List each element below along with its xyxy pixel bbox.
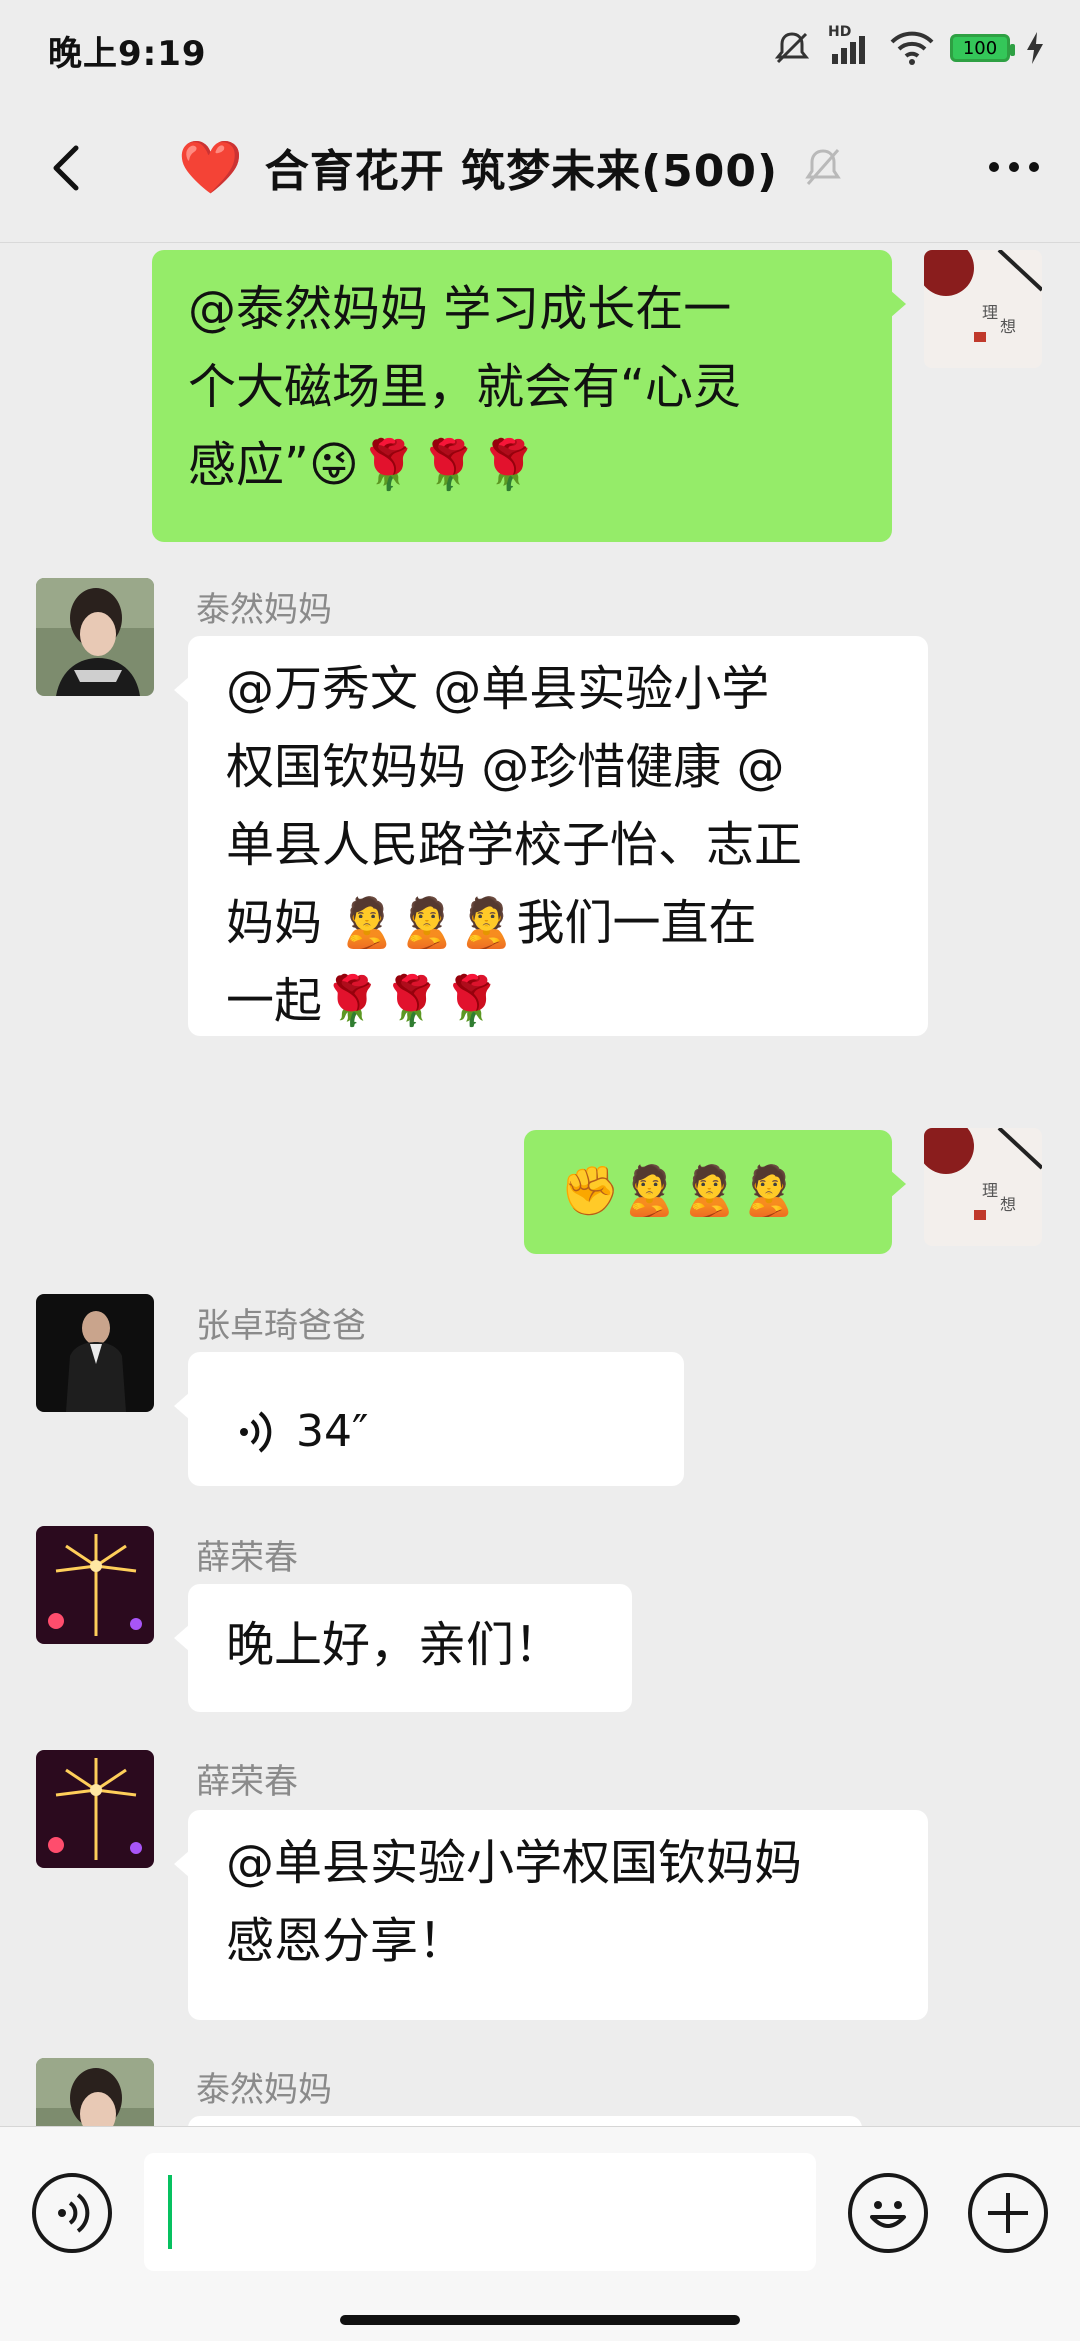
svg-text:想: 想 [1000, 1195, 1016, 1214]
chat-title: 合育花开 筑梦未来(500) [264, 146, 779, 197]
status-bar: 晚上9:19 HD 100 [0, 0, 1080, 96]
message-line: 晚上好，亲们！ [226, 1617, 563, 1673]
message-bubble-outgoing[interactable]: ✊🙎🙎🙎 [524, 1130, 906, 1254]
message-line: ✊🙎🙎🙎 [560, 1163, 800, 1219]
message-line: 感恩分享！ [226, 1913, 467, 1969]
message-line: @泰然妈妈 学习成长在一 [188, 281, 732, 337]
message-bubble-incoming[interactable]: @单县实验小学权国钦妈妈 感恩分享！ [174, 1810, 928, 2020]
sender-avatar[interactable] [36, 1294, 154, 1412]
my-avatar[interactable]: 理 想 [924, 250, 1042, 368]
status-icons: HD 100 [772, 24, 1044, 72]
my-avatar[interactable]: 理 想 [924, 1128, 1042, 1246]
message-line: 权国钦妈妈 @珍惜健康 @ [226, 739, 785, 795]
message-bubble-incoming[interactable]: 晚上好，亲们！ [174, 1584, 632, 1712]
message-bubble-incoming[interactable]: @万秀文 @单县实验小学 权国钦妈妈 @珍惜健康 @ 单县人民路学校子怡、志正 … [174, 636, 928, 1036]
message-bubble-incoming[interactable] [188, 2116, 862, 2126]
voice-icon [58, 2193, 90, 2233]
message-line: @单县实验小学权国钦妈妈 [226, 1835, 803, 1891]
svg-text:想: 想 [1000, 317, 1016, 336]
emoji-button[interactable] [848, 2173, 928, 2253]
charging-icon [1027, 32, 1043, 64]
sender-avatar[interactable] [36, 1526, 154, 1644]
message-list[interactable]: @泰然妈妈 学习成长在一 个大磁场里，就会有“心灵 感应”😜🌹🌹🌹 理 想 泰然… [0, 242, 1080, 2126]
sender-name: 薛荣春 [196, 1762, 298, 1802]
sender-name: 张卓琦爸爸 [196, 1306, 366, 1346]
emoji-icon [870, 2201, 906, 2228]
svg-text:理: 理 [982, 303, 998, 322]
message-bubble-outgoing[interactable]: @泰然妈妈 学习成长在一 个大磁场里，就会有“心灵 感应”😜🌹🌹🌹 [152, 250, 906, 542]
muted-bell-icon [805, 149, 841, 185]
voice-wave-icon [240, 1411, 272, 1453]
status-time: 晚上9:19 [48, 34, 207, 74]
message-line: 一起🌹🌹🌹 [226, 973, 502, 1029]
message-line: 感应”😜🌹🌹🌹 [188, 437, 539, 493]
more-options-icon[interactable] [986, 152, 1042, 182]
voice-message-bubble[interactable]: 34″ [174, 1352, 684, 1486]
message-line: 妈妈 🙎🙎🙎我们一直在 [226, 895, 757, 951]
voice-duration: 34″ [296, 1406, 369, 1457]
chat-title-wrap: ❤️ 合育花开 筑梦未来(500) [178, 132, 846, 202]
battery-icon: 100 [950, 34, 1015, 62]
message-line: 个大磁场里，就会有“心灵 [188, 359, 741, 415]
message-line: @万秀文 @单县实验小学 [226, 661, 770, 717]
svg-text:理: 理 [982, 1181, 998, 1200]
voice-input-button[interactable] [32, 2173, 112, 2253]
message-line: 单县人民路学校子怡、志正 [226, 817, 803, 873]
mute-notification-icon [774, 32, 810, 64]
signal-icon: HD [828, 24, 874, 68]
plus-icon [988, 2193, 1028, 2233]
heart-emoji-icon: ❤️ [178, 137, 243, 198]
sender-name: 泰然妈妈 [196, 2070, 332, 2110]
wifi-icon [890, 31, 934, 65]
home-indicator[interactable] [340, 2315, 740, 2325]
sender-avatar[interactable] [36, 2058, 154, 2126]
sender-name: 泰然妈妈 [196, 590, 332, 630]
chat-header: ❤️ 合育花开 筑梦未来(500) [0, 96, 1080, 243]
message-input[interactable] [144, 2153, 816, 2271]
sender-avatar[interactable] [36, 1750, 154, 1868]
sender-avatar[interactable] [36, 578, 154, 696]
more-functions-button[interactable] [968, 2173, 1048, 2253]
input-bar [0, 2126, 1080, 2341]
text-caret [168, 2175, 172, 2249]
signal-hd-label: HD [828, 24, 852, 40]
back-arrow-icon[interactable] [40, 140, 96, 196]
sender-name: 薛荣春 [196, 1538, 298, 1578]
